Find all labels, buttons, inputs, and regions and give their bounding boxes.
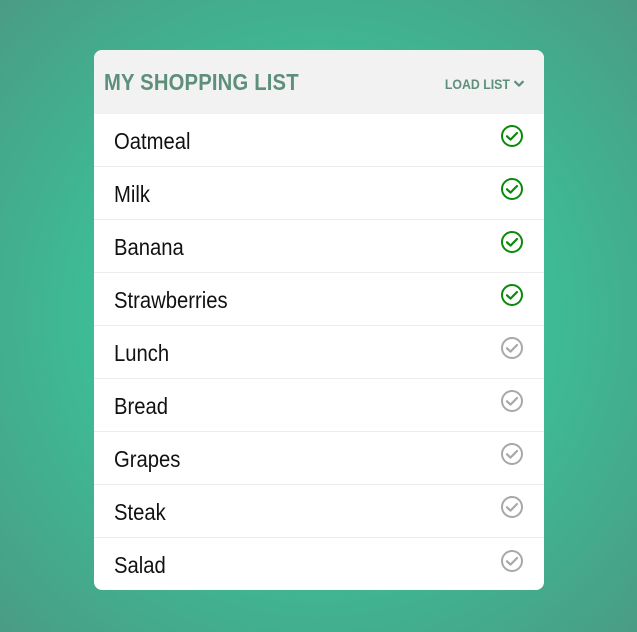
check-circle-icon[interactable] (500, 230, 524, 254)
check-circle-icon[interactable] (500, 124, 524, 148)
shopping-list: Oatmeal Milk Banana Strawberries Lunch B… (94, 114, 544, 590)
list-item-label: Oatmeal (114, 127, 191, 154)
check-circle-icon[interactable] (500, 336, 524, 360)
shopping-list-card: MY SHOPPING LIST LOAD LIST Oatmeal Milk … (94, 50, 544, 590)
list-item[interactable]: Salad (94, 538, 544, 590)
list-item-label: Steak (114, 498, 166, 525)
list-item[interactable]: Steak (94, 485, 544, 538)
list-item-label: Bread (114, 392, 169, 419)
check-circle-icon[interactable] (500, 442, 524, 466)
list-item[interactable]: Lunch (94, 326, 544, 379)
list-item-label: Salad (114, 552, 166, 578)
check-circle-icon[interactable] (500, 177, 524, 201)
load-list-button[interactable]: LOAD LIST (436, 76, 524, 92)
list-item[interactable]: Grapes (94, 432, 544, 485)
card-header: MY SHOPPING LIST LOAD LIST (94, 50, 544, 114)
check-circle-icon[interactable] (500, 495, 524, 519)
list-item-label: Lunch (114, 339, 170, 366)
list-item[interactable]: Bread (94, 379, 544, 432)
list-item-label: Banana (114, 233, 184, 260)
load-list-label: LOAD LIST (444, 76, 510, 92)
list-item-label: Milk (114, 180, 150, 207)
check-circle-icon[interactable] (500, 549, 524, 573)
list-item[interactable]: Oatmeal (94, 114, 544, 167)
check-circle-icon[interactable] (500, 389, 524, 413)
list-item[interactable]: Banana (94, 220, 544, 273)
list-item-label: Grapes (114, 445, 181, 472)
chevron-down-icon (514, 80, 524, 87)
page-title: MY SHOPPING LIST (104, 68, 299, 95)
list-item[interactable]: Milk (94, 167, 544, 220)
list-item[interactable]: Strawberries (94, 273, 544, 326)
list-item-label: Strawberries (114, 286, 228, 313)
check-circle-icon[interactable] (500, 283, 524, 307)
